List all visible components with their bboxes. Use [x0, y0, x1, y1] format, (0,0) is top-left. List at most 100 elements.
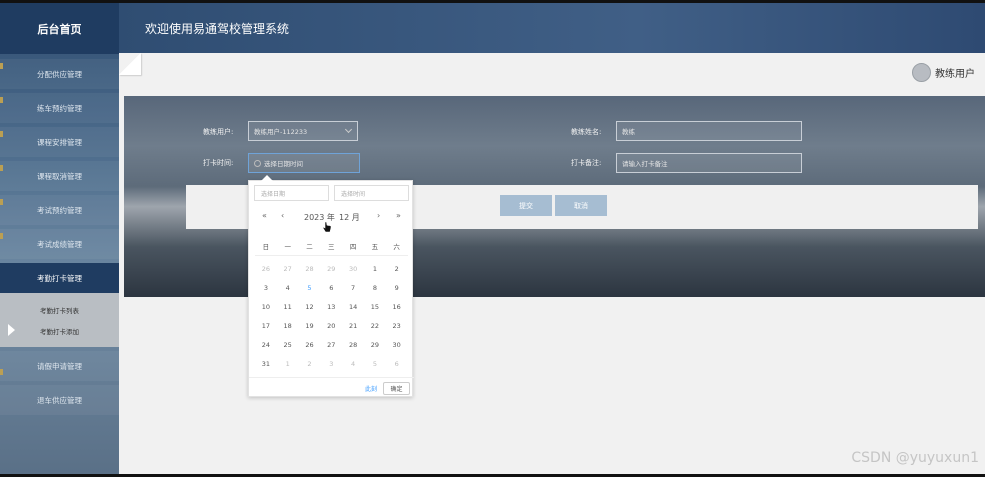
calendar-day[interactable]: 12: [299, 303, 321, 311]
coach-user-value: 教练用户-112233: [254, 128, 308, 136]
weekday: 一: [284, 243, 291, 251]
pointer-cursor-icon: [322, 221, 332, 233]
calendar-day[interactable]: 27: [277, 265, 299, 273]
calendar-day[interactable]: 30: [386, 341, 408, 349]
coach-name-input[interactable]: 教练: [616, 121, 802, 141]
fold-corner: [119, 53, 141, 75]
sidebar-item-exam-booking[interactable]: 考试预约管理: [0, 195, 119, 225]
submenu-item-attendance-list[interactable]: 考勤打卡列表: [0, 299, 119, 320]
calendar-day[interactable]: 8: [364, 284, 386, 292]
calendar-day[interactable]: 11: [277, 303, 299, 311]
confirm-button[interactable]: 确定: [383, 382, 410, 395]
calendar-day[interactable]: 28: [299, 265, 321, 273]
calendar-day[interactable]: 9: [386, 284, 408, 292]
calendar-day[interactable]: 25: [277, 341, 299, 349]
coach-name-value: 教练: [622, 128, 635, 136]
weekday: 六: [393, 243, 400, 251]
calendar-day[interactable]: 26: [299, 341, 321, 349]
month-label[interactable]: 12 月: [339, 212, 360, 223]
calendar-day[interactable]: 4: [277, 284, 299, 292]
sidebar-item-car-return[interactable]: 退车供应管理: [0, 385, 119, 415]
coach-user-select[interactable]: 教练用户-112233: [248, 121, 358, 141]
punch-time-input[interactable]: 选择日期时间: [248, 153, 360, 173]
coach-user-label: 教练用户:: [203, 128, 234, 136]
calendar-day[interactable]: 21: [342, 322, 364, 330]
calendar-day[interactable]: 17: [255, 322, 277, 330]
calendar-day[interactable]: 6: [386, 360, 408, 368]
calendar-day[interactable]: 1: [364, 265, 386, 273]
picker-date-input[interactable]: 选择日期: [254, 185, 329, 201]
sidebar-item-course-cancel[interactable]: 课程取消管理: [0, 161, 119, 191]
sidebar-item-course-schedule[interactable]: 课程安排管理: [0, 127, 119, 157]
calendar-day[interactable]: 26: [255, 265, 277, 273]
sidebar-item-attendance[interactable]: 考勤打卡管理: [0, 263, 119, 293]
picker-time-input[interactable]: 选择时间: [334, 185, 409, 201]
calendar-weeks: 26 27 28 29 30 1 2 3 4 5 6 7 8 9 10 11 12 13 14 15 16 17 18 19 2…: [255, 259, 408, 373]
calendar-day[interactable]: 31: [255, 360, 277, 368]
calendar-week: 26 27 28 29 30 1 2: [255, 259, 408, 278]
punch-note-label: 打卡备注:: [571, 159, 602, 167]
weekday: 四: [349, 243, 357, 251]
calendar-day[interactable]: 3: [320, 360, 342, 368]
coach-name-label: 教练姓名:: [571, 128, 602, 136]
calendar-day[interactable]: 6: [320, 284, 342, 292]
sidebar-item-practice-booking[interactable]: 练车预约管理: [0, 93, 119, 123]
calendar-day[interactable]: 24: [255, 341, 277, 349]
calendar-day[interactable]: 4: [342, 360, 364, 368]
calendar-day[interactable]: 3: [255, 284, 277, 292]
weekday: 日: [262, 243, 270, 251]
punch-time-placeholder: 选择日期时间: [264, 160, 303, 168]
calendar-day[interactable]: 13: [320, 303, 342, 311]
calendar-day[interactable]: 5: [364, 360, 386, 368]
calendar-day[interactable]: 2: [386, 265, 408, 273]
cancel-button[interactable]: 取消: [555, 195, 607, 216]
calendar-day[interactable]: 18: [277, 322, 299, 330]
calendar-day[interactable]: 16: [386, 303, 408, 311]
sidebar-nav: 分配供应管理 练车预约管理 课程安排管理 课程取消管理 考试预约管理 考试成绩管…: [0, 59, 119, 419]
calendar-day[interactable]: 15: [364, 303, 386, 311]
calendar-week: 17 18 19 20 21 22 23: [255, 316, 408, 335]
now-button[interactable]: 此刻: [365, 384, 377, 393]
brand-home-link[interactable]: 后台首页: [0, 3, 119, 54]
sidebar-item-leave-request[interactable]: 请假申请管理: [0, 351, 119, 381]
calendar-day[interactable]: 22: [364, 322, 386, 330]
weekday: 二: [306, 243, 313, 251]
punch-note-placeholder: 请输入打卡备注: [622, 160, 668, 168]
calendar-day-today[interactable]: 5: [299, 284, 321, 292]
next-month-button[interactable]: ›: [377, 211, 380, 220]
attendance-submenu: 考勤打卡列表 考勤打卡添加: [0, 293, 119, 347]
submenu-item-label: 考勤打卡添加: [40, 327, 79, 336]
caret-right-icon: [8, 324, 15, 336]
calendar-day[interactable]: 1: [277, 360, 299, 368]
calendar-day[interactable]: 14: [342, 303, 364, 311]
punch-note-input[interactable]: 请输入打卡备注: [616, 153, 802, 173]
prev-year-button[interactable]: «: [262, 211, 267, 220]
chevron-down-icon: [344, 125, 353, 134]
calendar-day[interactable]: 28: [342, 341, 364, 349]
calendar-day[interactable]: 10: [255, 303, 277, 311]
calendar-day[interactable]: 29: [364, 341, 386, 349]
calendar-day[interactable]: 20: [320, 322, 342, 330]
next-year-button[interactable]: »: [396, 211, 401, 220]
clock-icon: [254, 159, 261, 167]
calendar-day[interactable]: 27: [320, 341, 342, 349]
header: 欢迎使用易通驾校管理系统: [119, 3, 985, 53]
page-title: 欢迎使用易通驾校管理系统: [145, 22, 290, 36]
prev-month-button[interactable]: ‹: [281, 211, 284, 220]
calendar-day[interactable]: 29: [320, 265, 342, 273]
calendar-day[interactable]: 7: [342, 284, 364, 292]
calendar-week: 31 1 2 3 4 5 6: [255, 354, 408, 373]
calendar-day[interactable]: 19: [299, 322, 321, 330]
calendar-week: 24 25 26 27 28 29 30: [255, 335, 408, 354]
calendar-day[interactable]: 2: [299, 360, 321, 368]
sidebar-item-allocation[interactable]: 分配供应管理: [0, 59, 119, 89]
punch-time-label: 打卡时间:: [203, 159, 234, 167]
user-menu[interactable]: 教练用户: [912, 63, 975, 82]
submenu-item-attendance-add[interactable]: 考勤打卡添加: [0, 320, 119, 341]
calendar-day[interactable]: 30: [342, 265, 364, 273]
weekday: 五: [371, 243, 379, 251]
calendar-day[interactable]: 23: [386, 322, 408, 330]
submit-button[interactable]: 提交: [500, 195, 552, 216]
sidebar-item-exam-scores[interactable]: 考试成绩管理: [0, 229, 119, 259]
calendar-week: 3456789: [255, 278, 408, 297]
